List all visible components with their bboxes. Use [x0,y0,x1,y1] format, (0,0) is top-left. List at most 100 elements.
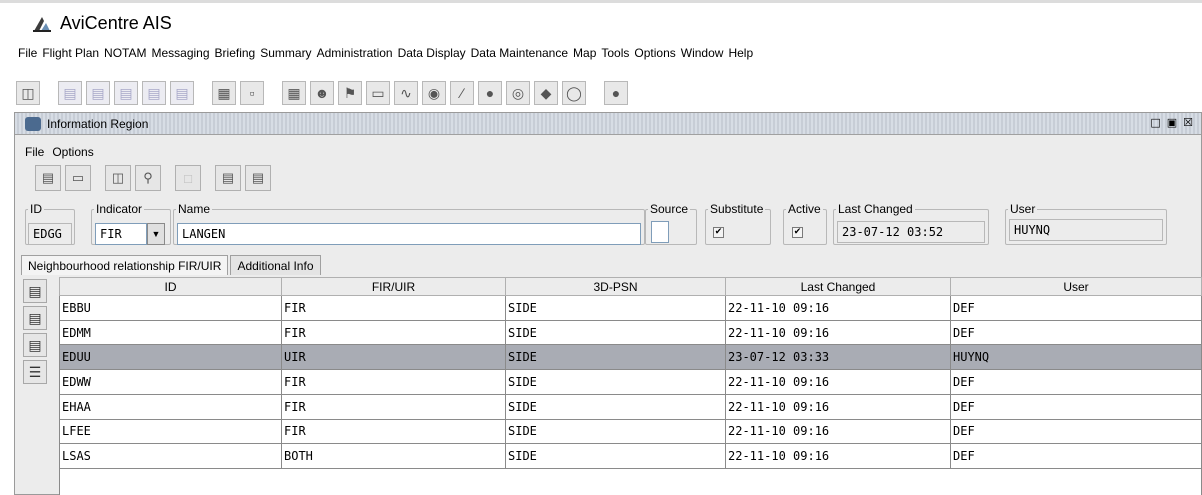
summary-icon[interactable]: ▫ [240,81,264,105]
shape-icon[interactable]: ▭ [366,81,390,105]
row-tools: ▤ ▤ ▤ ☰ [23,279,47,384]
substitute-checkbox[interactable]: ✔ [713,227,724,238]
admin-icon[interactable]: ⚑ [338,81,362,105]
active-label: Active [788,202,821,216]
menu-data-display[interactable]: Data Display [398,46,471,64]
menu-briefing[interactable]: Briefing [215,46,261,64]
menu-data-maintenance[interactable]: Data Maintenance [471,46,573,64]
cell-id: EDUU [59,344,282,371]
print-icon[interactable]: ◫ [16,81,40,105]
maximize-icon[interactable]: ▣ [1167,116,1177,129]
table-row[interactable]: LFEE FIR SIDE 22-11-10 09:16 DEF [59,418,1202,445]
cell-3d-psn: SIDE [505,369,726,395]
menu-tools[interactable]: Tools [601,46,634,64]
table-header-row: ID FIR/UIR 3D-PSN Last Changed User [59,277,1202,296]
active-checkbox[interactable]: ✔ [792,227,803,238]
airway-icon[interactable]: ∕ [450,81,474,105]
printer-icon[interactable]: ◫ [105,165,131,191]
cell-last-changed: 22-11-10 09:16 [725,369,951,395]
col-fir-uir[interactable]: FIR/UIR [281,277,506,296]
point-icon[interactable]: ◎ [506,81,530,105]
cell-user: DEF [950,369,1202,395]
table-row[interactable]: EBBU FIR SIDE 22-11-10 09:16 DEF [59,295,1202,321]
col-user[interactable]: User [950,277,1202,296]
restore-icon[interactable]: □ [1150,116,1160,129]
navaid-icon[interactable]: ◉ [422,81,446,105]
window-menu-file[interactable]: File [25,145,44,159]
app-logo-icon [32,15,52,33]
information-region-window: Information Region □ ▣ ☒ File Options ▤ … [14,112,1202,495]
menu-flight-plan[interactable]: Flight Plan [42,46,104,64]
table-row[interactable]: EDWW FIR SIDE 22-11-10 09:16 DEF [59,369,1202,395]
message-list-icon[interactable]: ▤ [142,81,166,105]
users-icon[interactable]: ☻ [310,81,334,105]
name-field[interactable]: LANGEN [177,223,641,245]
list-view-icon[interactable]: ☰ [23,360,47,384]
delete-row-icon[interactable]: ▤ [23,333,47,357]
window-title-bar[interactable]: Information Region □ ▣ ☒ [15,113,1201,135]
menu-summary[interactable]: Summary [260,46,316,64]
tab-additional-info[interactable]: Additional Info [230,255,321,275]
cell-id: EBBU [59,295,282,321]
menu-file[interactable]: File [18,46,42,64]
cell-last-changed: 22-11-10 09:16 [725,295,951,321]
tab-neighbourhood-relationship[interactable]: Neighbourhood relationship FIR/UIR [21,255,229,275]
delete-record-icon[interactable]: ▭ [65,165,91,191]
table-row-selected[interactable]: EDUU UIR SIDE 23-07-12 03:33 HUYNQ [59,344,1202,371]
col-last-changed[interactable]: Last Changed [725,277,951,296]
source-label: Source [650,202,689,216]
calendar-icon[interactable]: ▦ [282,81,306,105]
edit-row-icon[interactable]: ▤ [23,306,47,330]
cell-3d-psn: SIDE [505,344,726,371]
cell-last-changed: 22-11-10 09:16 [725,443,951,470]
window-toolbar: ▤ ▭ ◫ ⚲ □ ▤ ▤ [35,165,271,191]
menu-notam[interactable]: NOTAM [104,46,151,64]
window-icon [25,116,41,131]
flight-plan-list-icon[interactable]: ▤ [86,81,110,105]
chevron-down-icon[interactable]: ▼ [147,223,165,245]
cell-user: DEF [950,418,1202,445]
cell-user: HUYNQ [950,344,1202,371]
area-icon[interactable]: ● [478,81,502,105]
cell-last-changed: 22-11-10 09:16 [725,393,951,420]
id-field[interactable]: EDGG [28,223,72,245]
globe-icon[interactable]: ● [604,81,628,105]
name-label: Name [178,202,211,216]
main-toolbar: ◫ ▤ ▤ ▤ ▤ ▤ ▦ ▫ ▦ ☻ ⚑ ▭ ∿ ◉ ∕ ● ◎ ◆ ◯ ● [16,78,628,108]
menu-help[interactable]: Help [728,46,758,64]
cell-user: DEF [950,443,1202,470]
notam-icon[interactable]: ▦ [212,81,236,105]
cell-fir-uir: BOTH [281,443,506,470]
indicator-select[interactable]: FIR [95,223,147,245]
import-icon[interactable]: ▤ [245,165,271,191]
close-icon[interactable]: ☒ [1183,116,1193,129]
source-checkbox[interactable] [651,221,669,243]
cell-fir-uir: FIR [281,319,506,346]
route-icon[interactable]: ∿ [394,81,418,105]
add-row-icon[interactable]: ▤ [23,279,47,303]
window-title: Information Region [47,116,149,131]
copy-icon[interactable]: □ [175,165,201,191]
table-row[interactable]: EDMM FIR SIDE 22-11-10 09:16 DEF [59,319,1202,346]
message-icon[interactable]: ▤ [114,81,138,105]
document-icon[interactable]: ▤ [170,81,194,105]
new-record-icon[interactable]: ▤ [35,165,61,191]
menu-map[interactable]: Map [573,46,601,64]
print-preview-icon[interactable]: ⚲ [135,165,161,191]
substitute-group: Substitute [705,203,771,245]
col-3d-psn[interactable]: 3D-PSN [505,277,726,296]
cell-user: DEF [950,295,1202,321]
window-menu-options[interactable]: Options [52,145,93,159]
menu-window[interactable]: Window [681,46,729,64]
table-row[interactable]: EHAA FIR SIDE 22-11-10 09:16 DEF [59,393,1202,420]
col-id[interactable]: ID [59,277,282,296]
menu-administration[interactable]: Administration [317,46,398,64]
export-icon[interactable]: ▤ [215,165,241,191]
table-row[interactable]: LSAS BOTH SIDE 22-11-10 09:16 DEF [59,443,1202,470]
cell-user: DEF [950,319,1202,346]
radar-icon[interactable]: ◯ [562,81,586,105]
menu-options[interactable]: Options [634,46,680,64]
region-icon[interactable]: ◆ [534,81,558,105]
flight-plan-icon[interactable]: ▤ [58,81,82,105]
menu-messaging[interactable]: Messaging [152,46,215,64]
